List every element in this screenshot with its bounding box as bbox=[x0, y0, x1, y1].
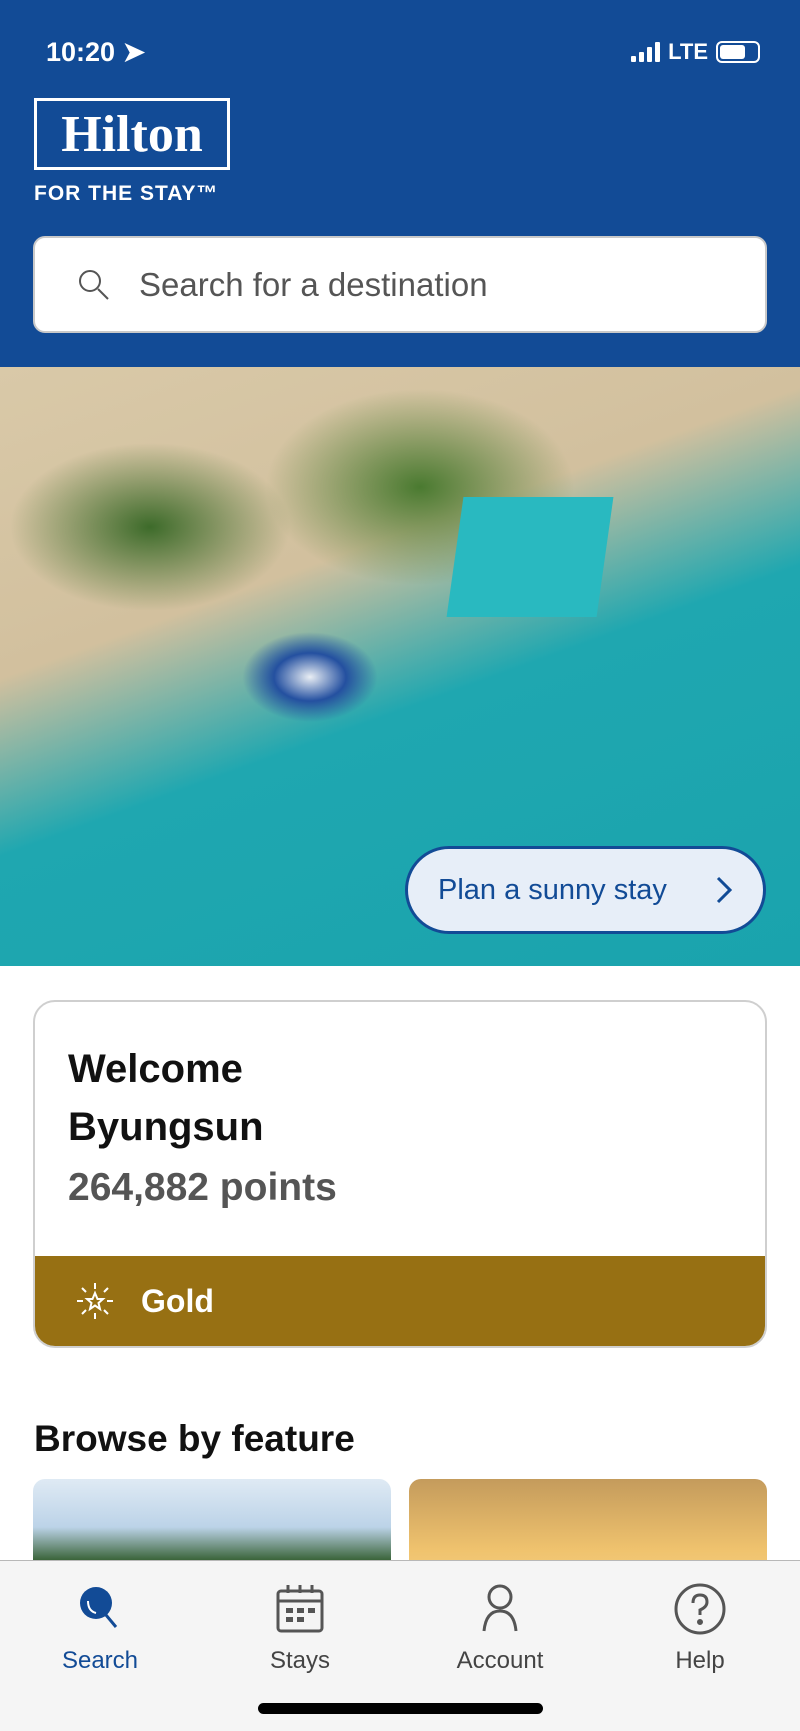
star-burst-icon bbox=[77, 1283, 113, 1319]
tier-label: Gold bbox=[141, 1282, 214, 1319]
header: 10:20 ➤ LTE Hilton FOR THE STAY™ bbox=[0, 0, 800, 367]
points-balance: 264,882 points bbox=[68, 1166, 337, 1209]
signal-icon bbox=[631, 42, 661, 62]
network-label: LTE bbox=[668, 39, 708, 64]
member-name: Byungsun bbox=[68, 1105, 264, 1149]
tab-account[interactable]: Account bbox=[430, 1581, 570, 1675]
battery-icon bbox=[716, 41, 760, 63]
hilton-logo: Hilton FOR THE STAY™ bbox=[34, 98, 230, 206]
tab-label: Help bbox=[675, 1647, 725, 1674]
tab-search[interactable]: Search bbox=[30, 1581, 170, 1675]
tab-label: Stays bbox=[269, 1647, 331, 1674]
tier-bar: Gold bbox=[35, 1256, 765, 1346]
location-icon: ➤ bbox=[122, 36, 146, 67]
logo-tagline: FOR THE STAY™ bbox=[34, 182, 219, 205]
plan-label: Plan a sunny stay bbox=[438, 873, 667, 906]
welcome-card[interactable]: Welcome Byungsun 264,882 points Gold bbox=[33, 1000, 767, 1348]
tab-stays[interactable]: Stays bbox=[230, 1581, 370, 1675]
search-icon bbox=[80, 1587, 118, 1628]
browse-title: Browse by feature bbox=[34, 1418, 355, 1459]
destination-search[interactable] bbox=[33, 236, 767, 333]
search-input[interactable] bbox=[139, 265, 699, 304]
chevron-right-icon bbox=[716, 876, 733, 904]
logo-wordmark: Hilton bbox=[34, 98, 230, 170]
help-icon bbox=[674, 1583, 726, 1635]
tab-help[interactable]: Help bbox=[630, 1581, 770, 1675]
search-icon bbox=[79, 269, 109, 300]
status-time: 10:20 bbox=[46, 36, 116, 67]
status-bar: 10:20 ➤ LTE bbox=[46, 32, 760, 72]
welcome-greeting: Welcome bbox=[68, 1047, 243, 1091]
home-indicator[interactable] bbox=[258, 1703, 543, 1714]
calendar-icon bbox=[276, 1585, 324, 1633]
tab-label: Account bbox=[456, 1647, 544, 1674]
tab-label: Search bbox=[61, 1647, 139, 1674]
person-icon bbox=[482, 1584, 518, 1632]
plan-sunny-stay-button[interactable]: Plan a sunny stay bbox=[405, 846, 766, 934]
